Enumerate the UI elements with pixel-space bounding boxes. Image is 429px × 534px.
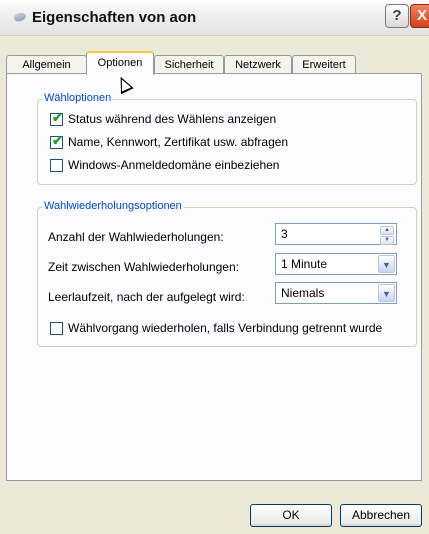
check-icon: ✔ — [52, 110, 63, 125]
connection-icon — [12, 11, 28, 23]
title-bar[interactable]: Eigenschaften von aon ? X — [0, 0, 429, 36]
prompt-credentials-label: Name, Kennwort, Zertifikat usw. abfragen — [68, 135, 289, 149]
include-domain-label: Windows-Anmeldedomäne einbeziehen — [68, 158, 280, 172]
check-icon: ✔ — [52, 133, 63, 148]
ok-button[interactable]: OK — [250, 504, 332, 527]
redial-interval-select[interactable]: 1 Minute ▼ — [275, 253, 397, 275]
include-domain-checkbox[interactable] — [50, 159, 63, 172]
redial-options-title: Wahlwiederholungsoptionen — [42, 200, 184, 212]
redial-attempts-spinbox[interactable]: 3 ▲ ▼ — [275, 223, 397, 245]
redial-interval-value: 1 Minute — [281, 257, 328, 271]
redial-attempts-label: Anzahl der Wahlwiederholungen: — [48, 230, 224, 244]
dial-options-group: Wähloptionen ✔ Status während des Wählen… — [37, 92, 417, 185]
redial-options-group: Wahlwiederholungsoptionen Anzahl der Wah… — [37, 200, 417, 347]
dial-options-title: Wähloptionen — [42, 92, 114, 104]
spin-down-icon[interactable]: ▼ — [380, 236, 394, 245]
idle-timeout-label: Leerlaufzeit, nach der aufgelegt wird: — [48, 290, 245, 304]
close-button[interactable]: X — [410, 4, 429, 28]
show-status-label: Status während des Wählens anzeigen — [68, 112, 277, 126]
help-button[interactable]: ? — [385, 4, 409, 28]
chevron-down-icon[interactable]: ▼ — [378, 255, 395, 273]
prompt-credentials-checkbox[interactable]: ✔ — [50, 133, 63, 149]
show-status-checkbox[interactable]: ✔ — [50, 110, 63, 126]
chevron-down-icon[interactable]: ▼ — [378, 284, 395, 302]
redial-on-drop-checkbox[interactable] — [50, 322, 63, 335]
redial-attempts-value: 3 — [281, 227, 288, 241]
redial-on-drop-label: Wählvorgang wiederholen, falls Verbindun… — [68, 321, 383, 335]
idle-timeout-select[interactable]: Niemals ▼ — [275, 282, 397, 304]
spin-control[interactable]: ▲ ▼ — [380, 226, 394, 245]
tab-erweitert[interactable]: Erweitert — [292, 55, 356, 74]
cancel-button[interactable]: Abbrechen — [340, 504, 422, 527]
idle-timeout-value: Niemals — [281, 286, 325, 300]
tab-sicherheit[interactable]: Sicherheit — [154, 55, 224, 74]
tab-netzwerk[interactable]: Netzwerk — [224, 55, 292, 74]
redial-interval-label: Zeit zwischen Wahlwiederholungen: — [48, 260, 239, 274]
tab-panel-optionen: Wähloptionen ✔ Status während des Wählen… — [6, 73, 422, 481]
window-title: Eigenschaften von aon — [32, 9, 197, 26]
tab-optionen[interactable]: Optionen — [86, 51, 154, 75]
spin-up-icon[interactable]: ▲ — [380, 226, 394, 235]
tab-allgemein[interactable]: Allgemein — [6, 55, 87, 74]
